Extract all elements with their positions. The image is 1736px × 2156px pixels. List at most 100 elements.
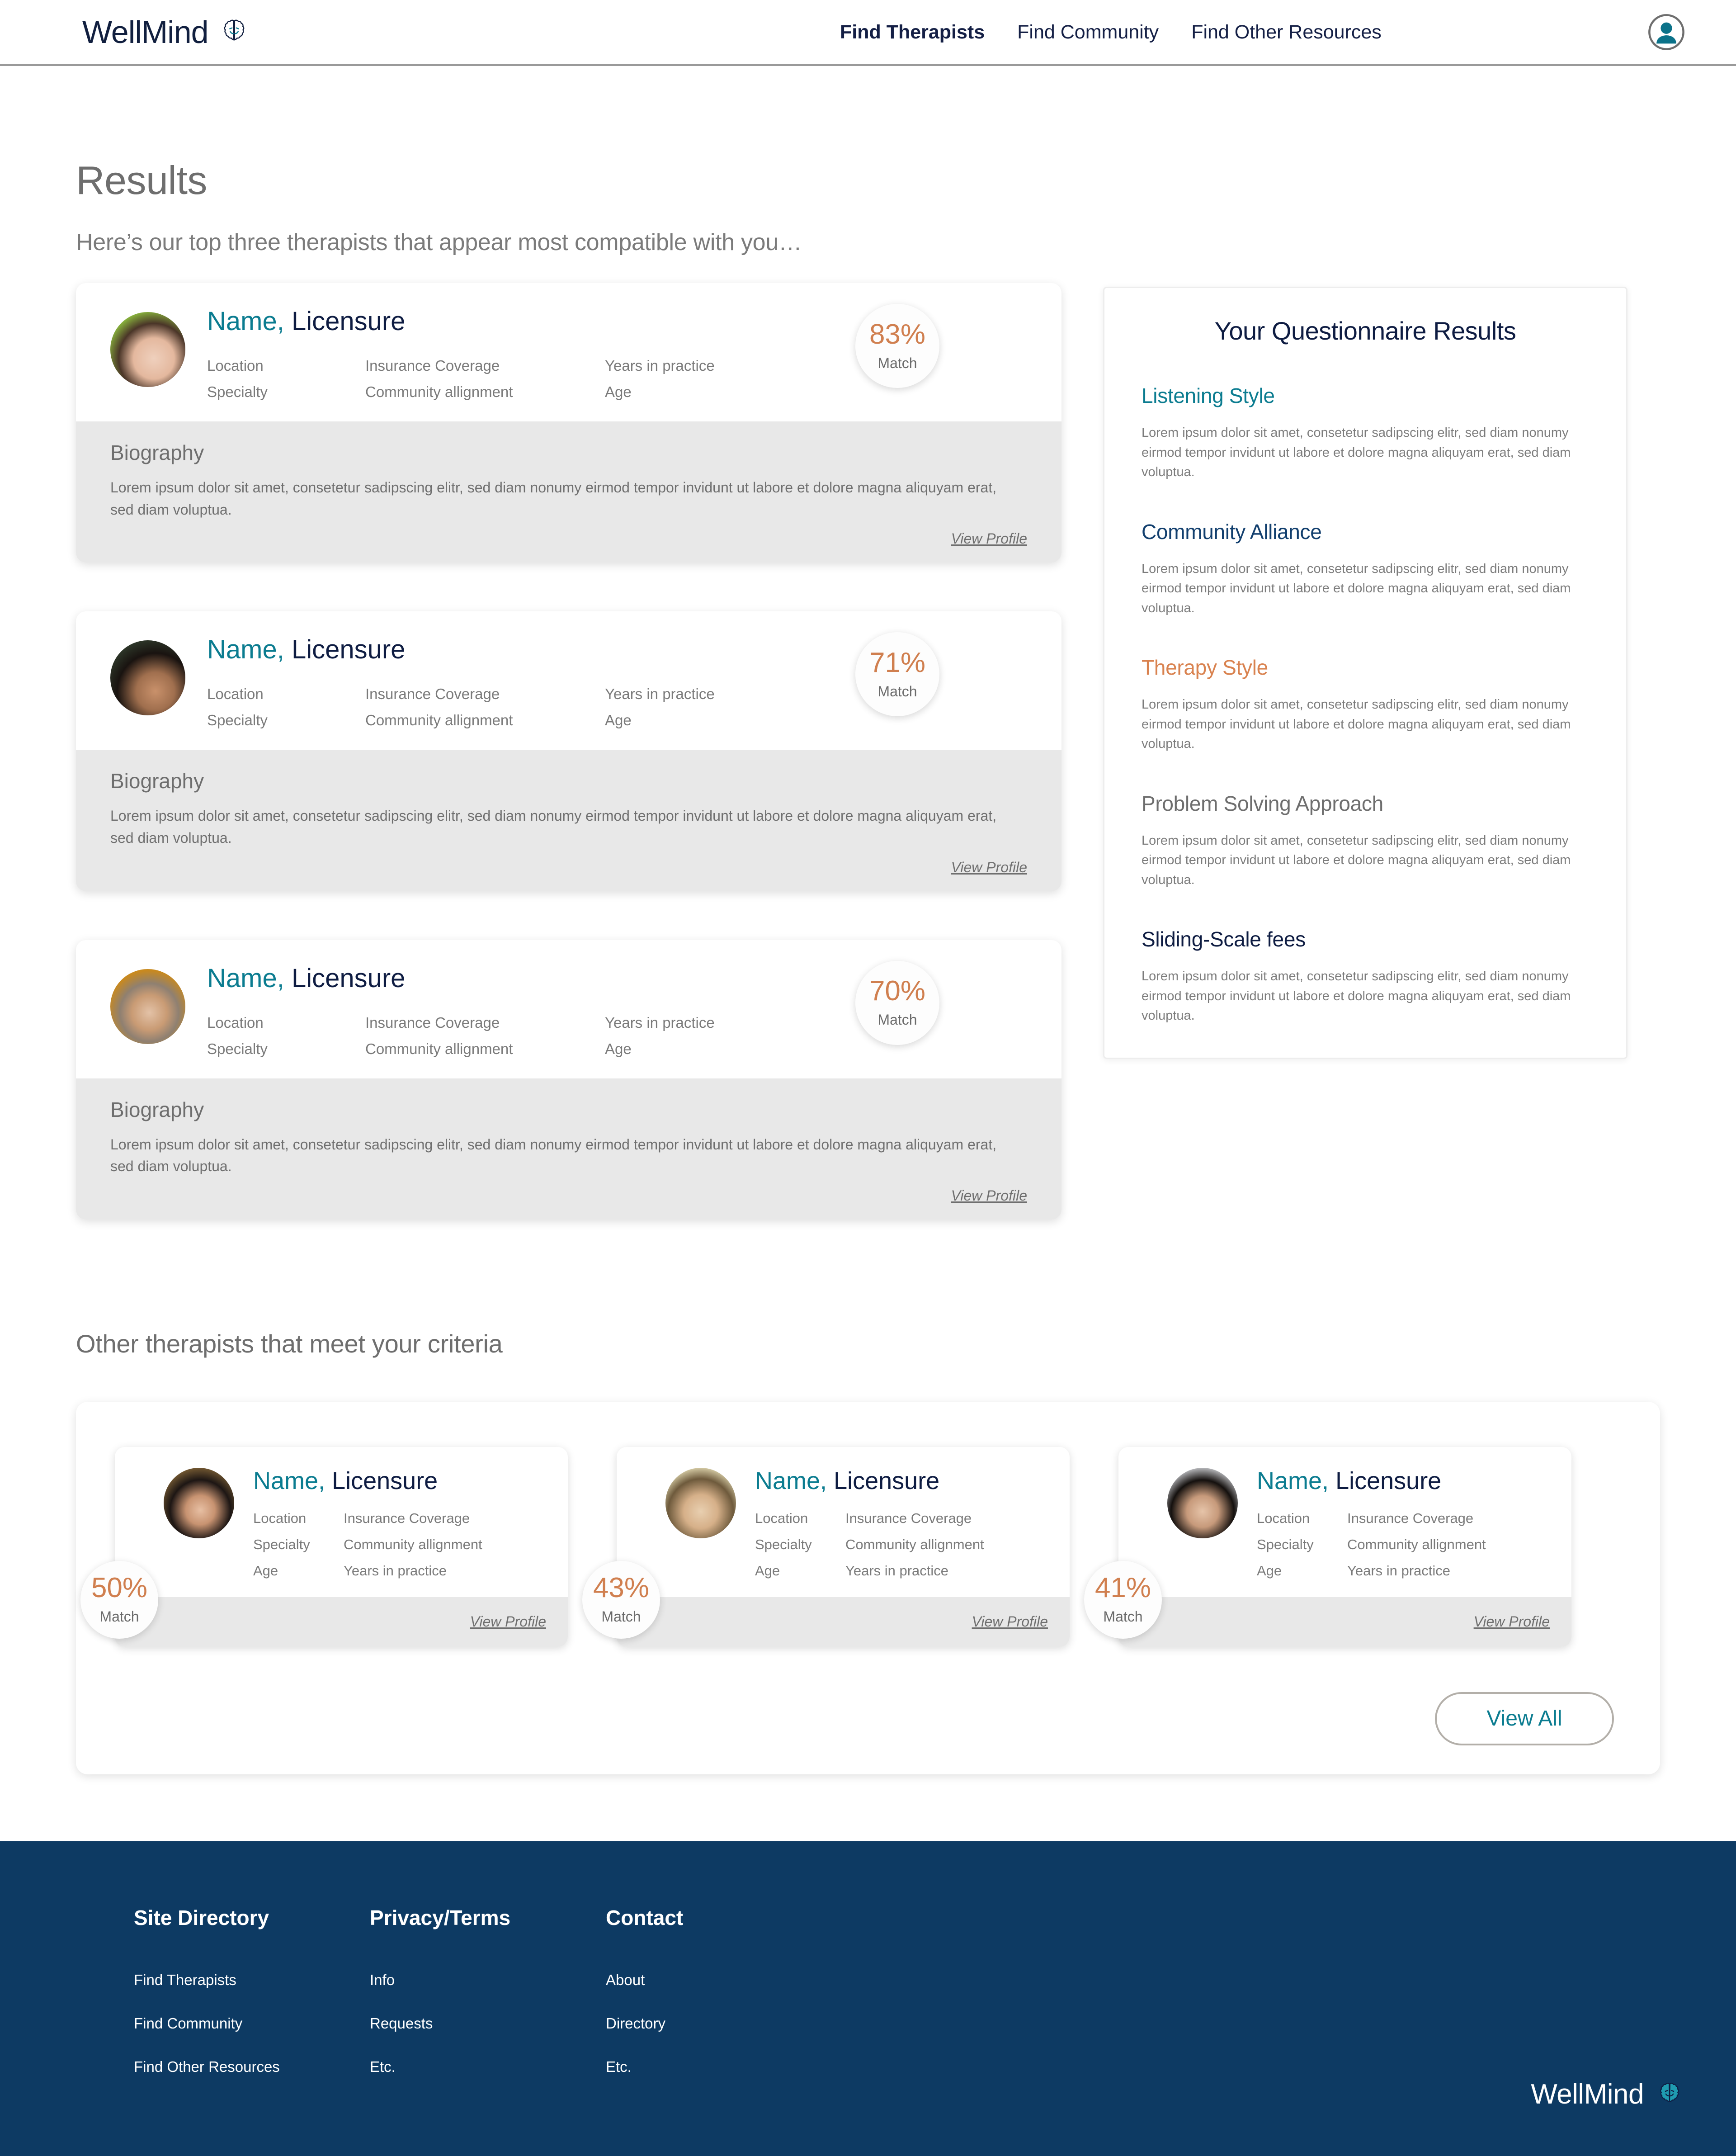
avatar (665, 1467, 736, 1538)
therapist-card-mini[interactable]: Name, Licensure Location Specialty Age I… (1084, 1447, 1571, 1647)
match-percent: 43% (593, 1572, 650, 1604)
brain-icon (1656, 2080, 1683, 2109)
questionnaire-body: Lorem ipsum dolor sit amet, consetetur s… (1142, 969, 1571, 1023)
match-badge: 43% Match (582, 1560, 660, 1639)
user-account-icon[interactable] (1647, 13, 1685, 51)
footer-link-find-other-resources[interactable]: Find Other Resources (134, 2058, 370, 2076)
footer-brand-logo[interactable]: WellMind (1531, 2080, 1683, 2109)
footer-link-info[interactable]: Info (370, 1972, 606, 1989)
attr-years-in-practice: Years in practice (1347, 1562, 1451, 1579)
view-profile-link[interactable]: View Profile (110, 530, 1027, 547)
therapist-name[interactable]: Name, Licensure (755, 1469, 984, 1493)
therapist-name[interactable]: Name, Licensure (207, 308, 786, 335)
therapist-attributes: Location Specialty Insurance Coverage Co… (207, 1014, 786, 1058)
attr-years-in-practice: Years in practice (845, 1562, 949, 1579)
attr-age: Age (605, 712, 632, 729)
match-percent: 50% (91, 1572, 148, 1604)
questionnaire-heading: Community Alliance (1142, 520, 1322, 544)
view-profile-link[interactable]: View Profile (972, 1613, 1048, 1630)
attr-specialty: Specialty (755, 1536, 812, 1552)
attr-years-in-practice: Years in practice (344, 1562, 447, 1579)
match-percent: 71% (869, 647, 926, 678)
attr-insurance-coverage: Insurance Coverage (365, 686, 500, 703)
site-footer: Site Directory Find Therapists Find Comm… (0, 1841, 1736, 2156)
attr-insurance-coverage: Insurance Coverage (365, 1014, 500, 1031)
attr-insurance-coverage: Insurance Coverage (365, 357, 500, 374)
questionnaire-section-community-alliance: Community Alliance Lorem ipsum dolor sit… (1142, 520, 1589, 619)
match-badge: 83% Match (855, 304, 939, 388)
footer-link-etc[interactable]: Etc. (606, 2058, 842, 2076)
therapist-attributes: Location Specialty Age Insurance Coverag… (253, 1510, 482, 1579)
therapist-name-text: Name, (207, 307, 284, 336)
footer-heading: Privacy/Terms (370, 1905, 511, 1929)
avatar (110, 312, 185, 387)
other-therapists-title: Other therapists that meet your criteria (76, 1329, 503, 1358)
attr-community-alignment: Community allignment (365, 383, 513, 400)
match-badge: 50% Match (80, 1560, 158, 1639)
attr-age: Age (755, 1562, 780, 1579)
therapist-name[interactable]: Name, Licensure (1257, 1469, 1486, 1493)
footer-column-site-directory: Site Directory Find Therapists Find Comm… (134, 1905, 370, 2102)
avatar (1167, 1467, 1238, 1538)
attr-community-alignment: Community allignment (365, 712, 513, 729)
questionnaire-section-sliding-scale-fees: Sliding-Scale fees Lorem ipsum dolor sit… (1142, 927, 1589, 1026)
footer-brand-name: WellMind (1531, 2079, 1644, 2110)
therapist-name[interactable]: Name, Licensure (207, 637, 786, 663)
therapist-licensure-text: Licensure (291, 963, 406, 993)
attr-location: Location (207, 357, 264, 374)
biography-heading: Biography (110, 769, 204, 793)
biography-text: Lorem ipsum dolor sit amet, consetetur s… (110, 1136, 997, 1175)
match-label: Match (877, 355, 917, 371)
therapist-biography: Biography Lorem ipsum dolor sit amet, co… (76, 1078, 1061, 1220)
match-badge: 41% Match (1084, 1560, 1162, 1639)
therapist-card-header: Name, Licensure Location Specialty Insur… (76, 283, 1061, 421)
footer-link-find-community[interactable]: Find Community (134, 2015, 370, 2032)
therapist-name-text: Name, (1257, 1467, 1329, 1494)
attr-community-alignment: Community allignment (845, 1536, 984, 1552)
page-title: Results (76, 158, 207, 203)
match-label: Match (877, 1012, 917, 1028)
view-profile-link[interactable]: View Profile (470, 1613, 546, 1630)
therapist-card-mini[interactable]: Name, Licensure Location Specialty Age I… (582, 1447, 1070, 1647)
therapist-name[interactable]: Name, Licensure (253, 1469, 482, 1493)
avatar (110, 640, 185, 716)
attr-age: Age (605, 383, 632, 400)
footer-link-about[interactable]: About (606, 1972, 842, 1989)
questionnaire-body: Lorem ipsum dolor sit amet, consetetur s… (1142, 561, 1571, 615)
attr-age: Age (605, 1040, 632, 1057)
attr-specialty: Specialty (207, 383, 268, 400)
brand-logo[interactable]: WellMind (82, 16, 248, 48)
results-layout: Name, Licensure Location Specialty Insur… (76, 283, 1660, 1268)
questionnaire-section-therapy-style: Therapy Style Lorem ipsum dolor sit amet… (1142, 655, 1589, 754)
match-badge: 70% Match (855, 960, 939, 1045)
nav-link-find-community[interactable]: Find Community (1017, 21, 1159, 43)
questionnaire-heading: Listening Style (1142, 384, 1275, 407)
therapist-name[interactable]: Name, Licensure (207, 965, 786, 992)
questionnaire-heading: Problem Solving Approach (1142, 791, 1383, 815)
footer-heading: Contact (606, 1905, 684, 1929)
nav-link-find-other-resources[interactable]: Find Other Resources (1191, 21, 1382, 43)
view-profile-link[interactable]: View Profile (1474, 1613, 1550, 1630)
therapist-card[interactable]: Name, Licensure Location Specialty Insur… (76, 283, 1061, 563)
attr-location: Location (1257, 1510, 1310, 1526)
attr-specialty: Specialty (207, 712, 268, 729)
nav-link-find-therapists[interactable]: Find Therapists (840, 21, 985, 43)
therapist-card[interactable]: Name, Licensure Location Specialty Insur… (76, 940, 1061, 1220)
attr-specialty: Specialty (253, 1536, 310, 1552)
questionnaire-section-problem-solving-approach: Problem Solving Approach Lorem ipsum dol… (1142, 791, 1589, 890)
therapist-name-text: Name, (207, 635, 284, 665)
footer-link-requests[interactable]: Requests (370, 2015, 606, 2032)
therapist-card-mini[interactable]: Name, Licensure Location Specialty Age I… (80, 1447, 568, 1647)
view-all-button[interactable]: View All (1435, 1692, 1614, 1745)
view-profile-link[interactable]: View Profile (110, 1187, 1027, 1204)
footer-link-etc[interactable]: Etc. (370, 2058, 606, 2076)
questionnaire-body: Lorem ipsum dolor sit amet, consetetur s… (1142, 426, 1571, 479)
therapist-biography: Biography Lorem ipsum dolor sit amet, co… (76, 750, 1061, 891)
biography-text: Lorem ipsum dolor sit amet, consetetur s… (110, 479, 997, 518)
therapist-name-text: Name, (253, 1467, 326, 1494)
view-profile-link[interactable]: View Profile (110, 859, 1027, 876)
footer-link-find-therapists[interactable]: Find Therapists (134, 1972, 370, 1989)
therapist-card[interactable]: Name, Licensure Location Specialty Insur… (76, 611, 1061, 891)
match-label: Match (877, 683, 917, 700)
footer-link-directory[interactable]: Directory (606, 2015, 842, 2032)
